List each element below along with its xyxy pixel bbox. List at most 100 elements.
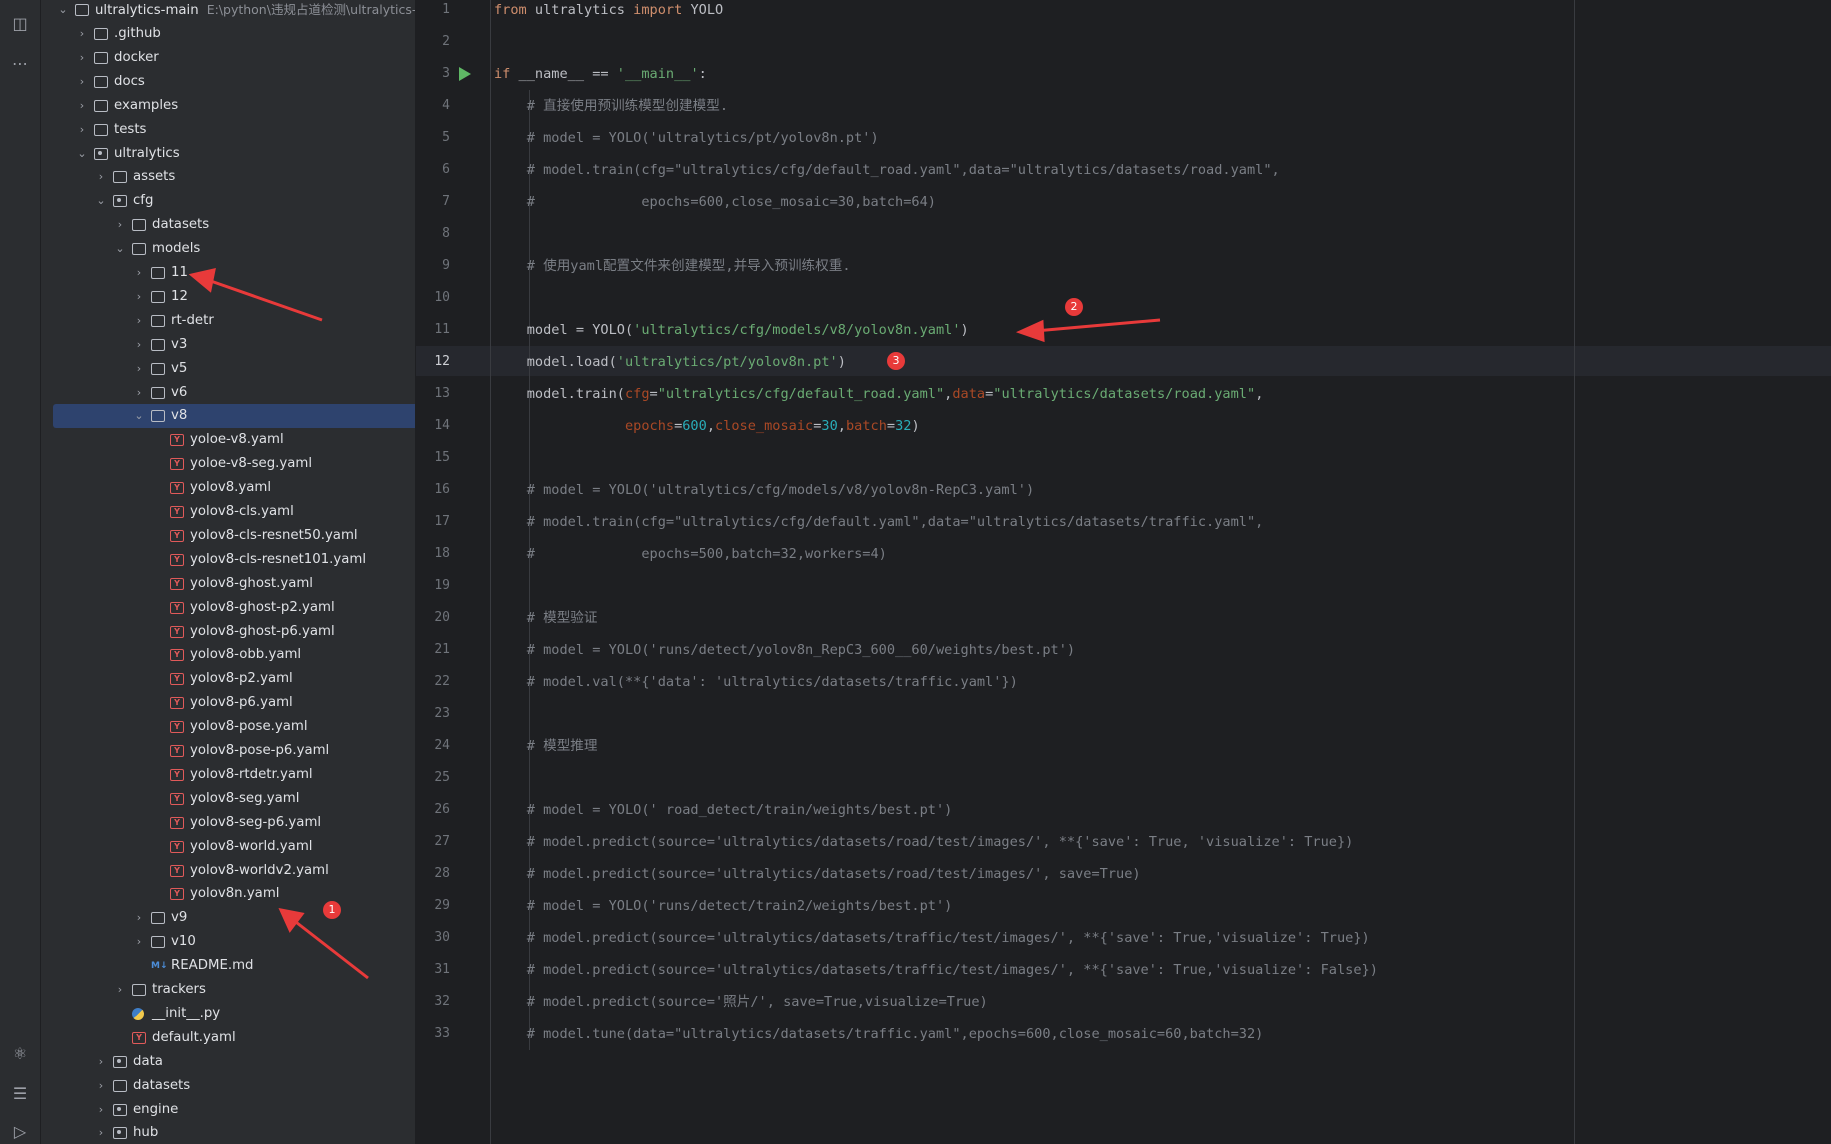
- tree-item-yolov8-ghost-yaml[interactable]: Yyolov8-ghost.yaml: [53, 572, 415, 596]
- chevron-right-icon[interactable]: ›: [76, 22, 88, 46]
- chevron-right-icon[interactable]: ›: [133, 381, 145, 405]
- code-line-18[interactable]: # epochs=500,batch=32,workers=4): [494, 542, 887, 566]
- tree-item-tests[interactable]: › tests: [53, 118, 415, 142]
- code-line-7[interactable]: # epochs=600,close_mosaic=30,batch=64): [494, 190, 936, 214]
- tree-item-cfg[interactable]: ⌄ cfg: [53, 189, 415, 213]
- tree-item-yolov8-yaml[interactable]: Yyolov8.yaml: [53, 476, 415, 500]
- tree-item-v8[interactable]: ⌄ v8: [53, 404, 415, 429]
- tree-item-yolov8-world-yaml[interactable]: Yyolov8-world.yaml: [53, 835, 415, 859]
- code-line-24[interactable]: # 模型推理: [494, 734, 598, 758]
- tree-item-yolov8-pose-p6-yaml[interactable]: Yyolov8-pose-p6.yaml: [53, 739, 415, 763]
- tree-item-11[interactable]: › 11: [53, 261, 415, 285]
- run-icon[interactable]: [459, 67, 471, 81]
- chevron-right-icon[interactable]: ›: [133, 261, 145, 285]
- tree-item-readme-md[interactable]: M↓ README.md: [53, 954, 415, 978]
- tree-item-yolov8n-yaml[interactable]: Yyolov8n.yaml: [53, 882, 415, 906]
- chevron-right-icon[interactable]: ›: [95, 165, 107, 189]
- code-line-1[interactable]: from ultralytics import YOLO: [494, 0, 723, 22]
- tree-item-engine[interactable]: › engine: [53, 1098, 415, 1122]
- tree-item-12[interactable]: › 12: [53, 285, 415, 309]
- code-line-27[interactable]: # model.predict(source='ultralytics/data…: [494, 830, 1354, 854]
- chevron-right-icon[interactable]: ›: [76, 46, 88, 70]
- tree-item-yolov8-cls-yaml[interactable]: Yyolov8-cls.yaml: [53, 500, 415, 524]
- tree-item-docs[interactable]: › docs: [53, 70, 415, 94]
- tree-item-rt-detr[interactable]: › rt-detr: [53, 309, 415, 333]
- code-line-33[interactable]: # model.tune(data="ultralytics/datasets/…: [494, 1022, 1264, 1046]
- code-line-32[interactable]: # model.predict(source='照片/', save=True,…: [494, 990, 988, 1014]
- tree-item-data[interactable]: › data: [53, 1050, 415, 1074]
- code-line-21[interactable]: # model = YOLO('runs/detect/yolov8n_RepC…: [494, 638, 1075, 662]
- tree-root[interactable]: ⌄ ultralytics-main E:\python\违规占道检测\ultra…: [53, 0, 415, 22]
- tree-item-assets[interactable]: › assets: [53, 165, 415, 189]
- chevron-right-icon[interactable]: ›: [133, 285, 145, 309]
- layers-icon[interactable]: ☰: [8, 1082, 32, 1106]
- tree-item-v3[interactable]: › v3: [53, 333, 415, 357]
- tree-item-yolov8-ghost-p2-yaml[interactable]: Yyolov8-ghost-p2.yaml: [53, 596, 415, 620]
- tree-item-default-yaml[interactable]: Ydefault.yaml: [53, 1026, 415, 1050]
- tree-item-v10[interactable]: › v10: [53, 930, 415, 954]
- code-line-29[interactable]: # model = YOLO('runs/detect/train2/weigh…: [494, 894, 953, 918]
- chevron-down-icon[interactable]: ⌄: [133, 404, 145, 428]
- python-console-icon[interactable]: ⚛: [8, 1042, 32, 1066]
- tree-item-init-py[interactable]: __init__.py: [53, 1002, 415, 1026]
- chevron-right-icon[interactable]: ›: [133, 309, 145, 333]
- code-line-30[interactable]: # model.predict(source='ultralytics/data…: [494, 926, 1370, 950]
- tree-item-datasets[interactable]: › datasets: [53, 213, 415, 237]
- tree-item-yolov8-pose-yaml[interactable]: Yyolov8-pose.yaml: [53, 715, 415, 739]
- chevron-right-icon[interactable]: ›: [114, 978, 126, 1002]
- chevron-right-icon[interactable]: ›: [95, 1074, 107, 1098]
- code-editor[interactable]: 1 2 3 4 5 6 7 8 9 10 11 12 13 14 15 16 17 18 19 20 21 22 23 24 2…: [416, 0, 1831, 1144]
- code-line-16[interactable]: # model = YOLO('ultralytics/cfg/models/v…: [494, 478, 1034, 502]
- tree-item-models[interactable]: ⌄ models: [53, 237, 415, 261]
- tree-item-v9[interactable]: › v9: [53, 906, 415, 930]
- tree-item-yolov8-seg-yaml[interactable]: Yyolov8-seg.yaml: [53, 787, 415, 811]
- tree-item-yoloe-v8-yaml[interactable]: Yyoloe-v8.yaml: [53, 428, 415, 452]
- tree-item-v6[interactable]: › v6: [53, 381, 415, 405]
- chevron-down-icon[interactable]: ⌄: [114, 237, 126, 261]
- code-line-17[interactable]: # model.train(cfg="ultralytics/cfg/defau…: [494, 510, 1264, 534]
- chevron-right-icon[interactable]: ›: [95, 1050, 107, 1074]
- chevron-right-icon[interactable]: ›: [133, 930, 145, 954]
- tree-item-yolov8-ghost-p6-yaml[interactable]: Yyolov8-ghost-p6.yaml: [53, 620, 415, 644]
- more-icon[interactable]: ⋯: [8, 52, 32, 76]
- chevron-down-icon[interactable]: ⌄: [57, 0, 69, 22]
- tree-item-yolov8-worldv2-yaml[interactable]: Yyolov8-worldv2.yaml: [53, 859, 415, 883]
- tree-item-v5[interactable]: › v5: [53, 357, 415, 381]
- tree-item-datasets[interactable]: › datasets: [53, 1074, 415, 1098]
- code-line-4[interactable]: # 直接使用预训练模型创建模型.: [494, 94, 728, 118]
- code-line-9[interactable]: # 使用yaml配置文件来创建模型,并导入预训练权重.: [494, 254, 851, 278]
- code-line-11[interactable]: model = YOLO('ultralytics/cfg/models/v8/…: [494, 318, 969, 342]
- tree-item-yolov8-p2-yaml[interactable]: Yyolov8-p2.yaml: [53, 667, 415, 691]
- services-icon[interactable]: ▷: [8, 1120, 32, 1144]
- tree-item-hub[interactable]: › hub: [53, 1121, 415, 1144]
- code-line-12[interactable]: model.load('ultralytics/pt/yolov8n.pt'): [494, 350, 846, 374]
- code-line-13[interactable]: model.train(cfg="ultralytics/cfg/default…: [494, 382, 1264, 406]
- code-line-14[interactable]: epochs=600,close_mosaic=30,batch=32): [494, 414, 920, 438]
- code-line-5[interactable]: # model = YOLO('ultralytics/pt/yolov8n.p…: [494, 126, 879, 150]
- tree-item-docker[interactable]: › docker: [53, 46, 415, 70]
- tree-item-yolov8-rtdetr-yaml[interactable]: Yyolov8-rtdetr.yaml: [53, 763, 415, 787]
- code-line-20[interactable]: # 模型验证: [494, 606, 598, 630]
- tree-item-github[interactable]: › .github: [53, 22, 415, 46]
- chevron-right-icon[interactable]: ›: [95, 1098, 107, 1122]
- tree-item-yolov8-seg-p6-yaml[interactable]: Yyolov8-seg-p6.yaml: [53, 811, 415, 835]
- tree-item-ultralytics[interactable]: ⌄ ultralytics: [53, 142, 415, 166]
- chevron-down-icon[interactable]: ⌄: [95, 189, 107, 213]
- chevron-right-icon[interactable]: ›: [133, 357, 145, 381]
- chevron-down-icon[interactable]: ⌄: [76, 142, 88, 166]
- tree-item-yolov8-cls-resnet50-yaml[interactable]: Yyolov8-cls-resnet50.yaml: [53, 524, 415, 548]
- chevron-right-icon[interactable]: ›: [133, 906, 145, 930]
- code-line-6[interactable]: # model.train(cfg="ultralytics/cfg/defau…: [494, 158, 1280, 182]
- code-line-22[interactable]: # model.val(**{'data': 'ultralytics/data…: [494, 670, 1018, 694]
- tree-item-yolov8-cls-resnet101-yaml[interactable]: Yyolov8-cls-resnet101.yaml: [53, 548, 415, 572]
- chevron-right-icon[interactable]: ›: [76, 118, 88, 142]
- chevron-right-icon[interactable]: ›: [114, 213, 126, 237]
- code-line-31[interactable]: # model.predict(source='ultralytics/data…: [494, 958, 1378, 982]
- chevron-right-icon[interactable]: ›: [76, 70, 88, 94]
- tree-item-yolov8-p6-yaml[interactable]: Yyolov8-p6.yaml: [53, 691, 415, 715]
- tree-item-yoloe-v8-seg-yaml[interactable]: Yyoloe-v8-seg.yaml: [53, 452, 415, 476]
- structure-icon[interactable]: ◫: [8, 12, 32, 36]
- tree-item-yolov8-obb-yaml[interactable]: Yyolov8-obb.yaml: [53, 643, 415, 667]
- tree-item-examples[interactable]: › examples: [53, 94, 415, 118]
- code-line-3[interactable]: if __name__ == '__main__':: [494, 62, 707, 86]
